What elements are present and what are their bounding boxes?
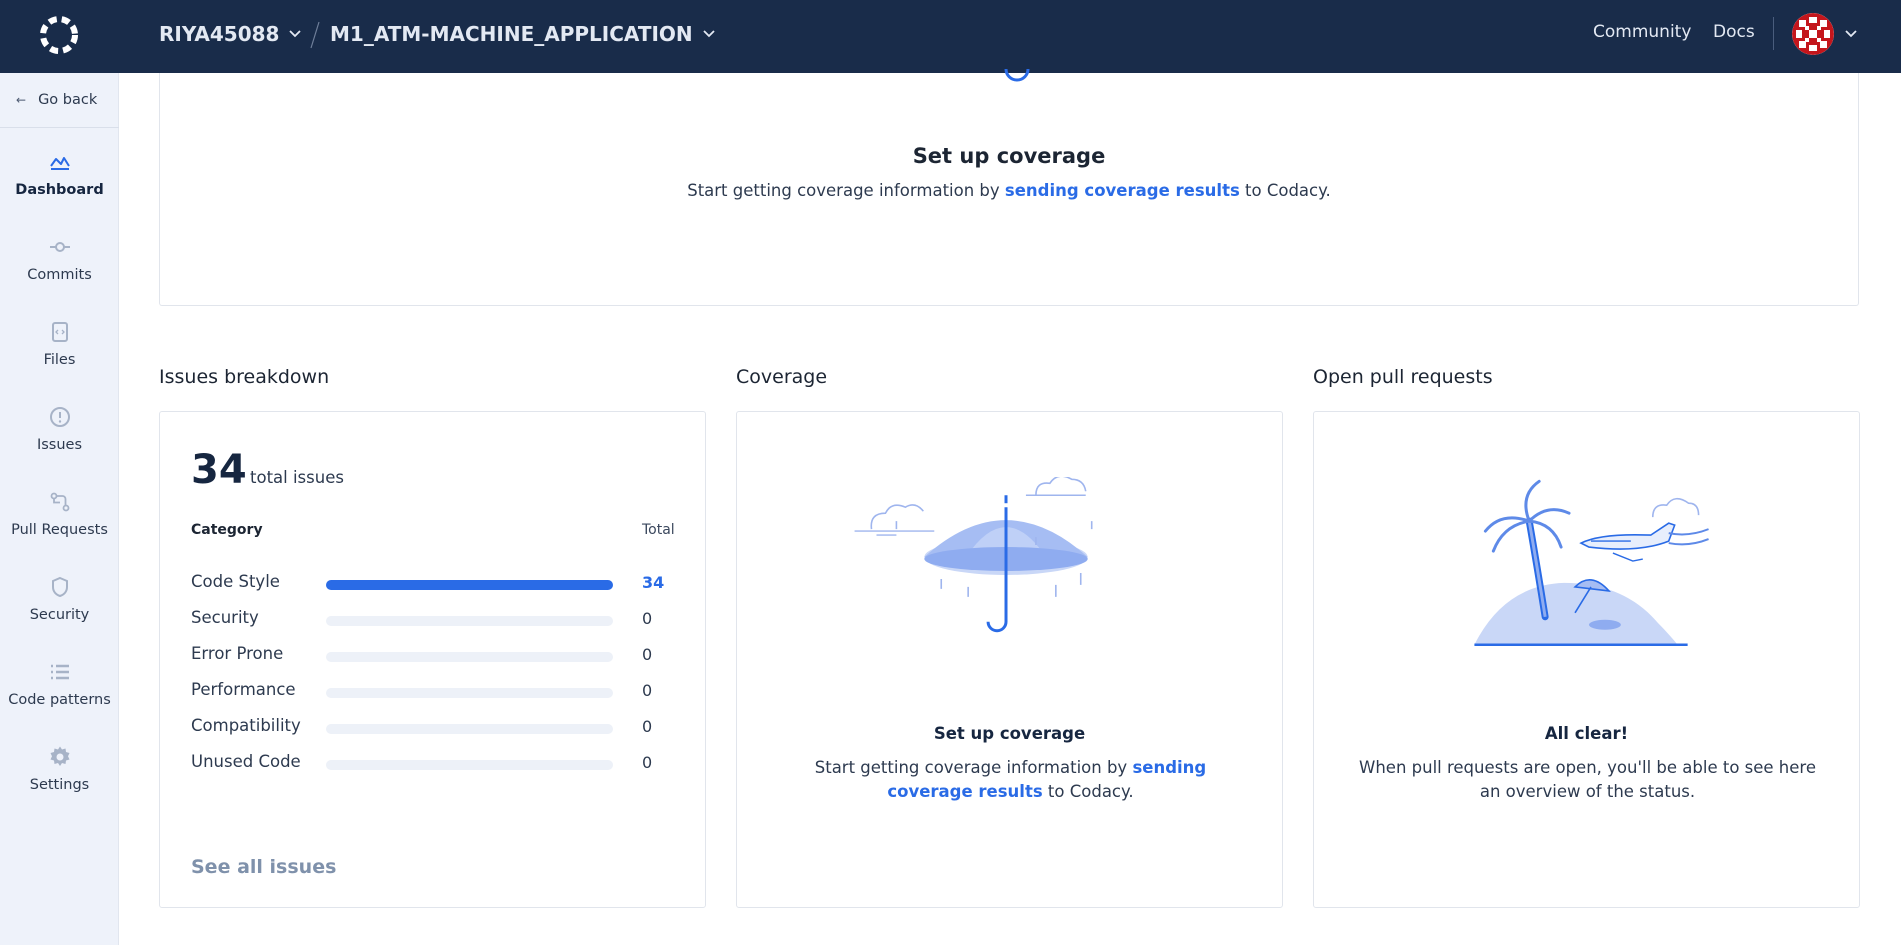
topbar-divider: [1773, 17, 1774, 50]
category-count: 0: [642, 753, 653, 772]
category-count: 0: [642, 681, 653, 700]
sidebar-item-files[interactable]: Files: [0, 310, 119, 380]
sidebar-item-label: Dashboard: [15, 182, 104, 198]
chevron-down-icon: [289, 30, 302, 38]
coverage-setup-description: Start getting coverage information by se…: [160, 181, 1858, 200]
file-icon: [51, 322, 68, 342]
sidebar-item-label: Issues: [36, 437, 83, 453]
codacy-logo-icon[interactable]: [38, 14, 80, 56]
progress-track: [326, 616, 613, 626]
progress-track: [326, 724, 613, 734]
user-avatar-icon[interactable]: [1792, 13, 1834, 55]
issue-category-row[interactable]: Unused Code 0: [191, 752, 691, 776]
sidebar-item-pull-requests[interactable]: Pull Requests: [0, 480, 119, 550]
sidebar: ← Go back Dashboard Commits Files Issues…: [0, 73, 119, 945]
issue-category-row[interactable]: Security 0: [191, 608, 691, 632]
gear-icon: [50, 746, 69, 766]
coverage-empty-title: Set up coverage: [933, 724, 1086, 743]
category-count: 0: [642, 717, 653, 736]
coverage-title: Coverage: [736, 366, 828, 388]
umbrella-illustration: [854, 477, 1093, 633]
issues-breakdown-title: Issues breakdown: [159, 366, 330, 388]
progress-fill: [326, 580, 613, 590]
category-count[interactable]: 34: [642, 573, 664, 592]
sending-coverage-results-link[interactable]: sending coverage results: [1005, 181, 1240, 200]
category-column-header: Category: [191, 522, 263, 538]
open-pull-requests-card: All clear! When pull requests are open, …: [1313, 411, 1860, 908]
issue-category-row[interactable]: Error Prone 0: [191, 644, 691, 668]
category-name: Code Style: [191, 572, 280, 591]
sidebar-item-label: Code patterns: [8, 692, 111, 708]
chevron-down-icon: [703, 30, 715, 38]
category-name: Unused Code: [191, 752, 301, 771]
category-count: 0: [642, 645, 653, 664]
alert-icon: [49, 407, 70, 427]
category-name: Compatibility: [191, 716, 301, 735]
sidebar-item-label: Files: [43, 352, 76, 368]
sidebar-item-settings[interactable]: Settings: [0, 735, 119, 805]
see-all-issues-link[interactable]: See all issues: [191, 856, 336, 878]
sidebar-item-label: Settings: [29, 777, 90, 793]
category-count: 0: [642, 609, 653, 628]
category-name: Error Prone: [191, 644, 284, 663]
total-issues-label: total issues: [250, 468, 344, 487]
issue-category-row[interactable]: Compatibility 0: [191, 716, 691, 740]
category-name: Security: [191, 608, 259, 627]
docs-link[interactable]: Docs: [1713, 22, 1755, 42]
go-back-button[interactable]: ← Go back: [0, 73, 119, 128]
sidebar-item-label: Pull Requests: [11, 522, 108, 538]
issues-breakdown-card: 34 total issues Category Total Code Styl…: [159, 411, 706, 908]
progress-track: [326, 760, 613, 770]
progress-track: [326, 688, 613, 698]
sidebar-item-commits[interactable]: Commits: [0, 225, 119, 295]
avatar-pattern: [1792, 13, 1834, 55]
category-name: Performance: [191, 680, 296, 699]
dashboard-icon: [49, 157, 70, 170]
chevron-down-icon[interactable]: [1845, 30, 1857, 38]
top-bar: RIYA45088 M1_ATM-MACHINE_APPLICATION Com…: [0, 0, 1901, 73]
pull-requests-empty-description: When pull requests are open, you'll be a…: [1359, 758, 1816, 801]
description-text: Start getting coverage information by: [687, 181, 1005, 200]
pull-requests-empty-title: All clear!: [1544, 724, 1629, 743]
progress-track: [326, 652, 613, 662]
sidebar-item-security[interactable]: Security: [0, 565, 119, 635]
sidebar-item-dashboard[interactable]: Dashboard: [0, 140, 119, 210]
sidebar-item-code-patterns[interactable]: Code patterns: [0, 650, 119, 720]
sidebar-item-issues[interactable]: Issues: [0, 395, 119, 465]
issue-category-row[interactable]: Performance 0: [191, 680, 691, 704]
coverage-card: Set up coverage Start getting coverage i…: [736, 411, 1283, 908]
org-selector[interactable]: RIYA45088: [159, 22, 302, 46]
repo-name: M1_ATM-MACHINE_APPLICATION: [330, 22, 693, 46]
shield-icon: [51, 576, 68, 598]
pull-request-icon: [50, 492, 69, 512]
island-illustration: [1474, 479, 1709, 646]
description-text: to Codacy.: [1042, 782, 1134, 801]
sidebar-item-label: Commits: [27, 267, 92, 283]
description-text: Start getting coverage information by: [814, 758, 1133, 777]
total-column-header: Total: [642, 522, 675, 538]
coverage-setup-title: Set up coverage: [912, 144, 1106, 168]
progress-track: [326, 580, 613, 590]
umbrella-handle-icon: [1004, 68, 1030, 82]
issue-category-row[interactable]: Code Style 34: [191, 572, 691, 596]
open-pull-requests-title: Open pull requests: [1313, 366, 1493, 388]
list-icon: [50, 664, 69, 680]
arrow-left-icon: ←: [16, 93, 27, 107]
coverage-setup-card: Set up coverage Start getting coverage i…: [159, 68, 1859, 306]
sidebar-item-label: Security: [29, 607, 90, 623]
go-back-label: Go back: [38, 92, 98, 108]
total-issues-count: 34: [191, 447, 247, 493]
breadcrumb-separator: [310, 21, 320, 49]
description-text: to Codacy.: [1239, 181, 1331, 200]
community-link[interactable]: Community: [1593, 22, 1691, 42]
repo-selector[interactable]: M1_ATM-MACHINE_APPLICATION: [330, 22, 715, 46]
org-name: RIYA45088: [159, 22, 280, 46]
coverage-empty-description: Start getting coverage information by se…: [777, 756, 1244, 804]
commit-icon: [49, 242, 70, 252]
